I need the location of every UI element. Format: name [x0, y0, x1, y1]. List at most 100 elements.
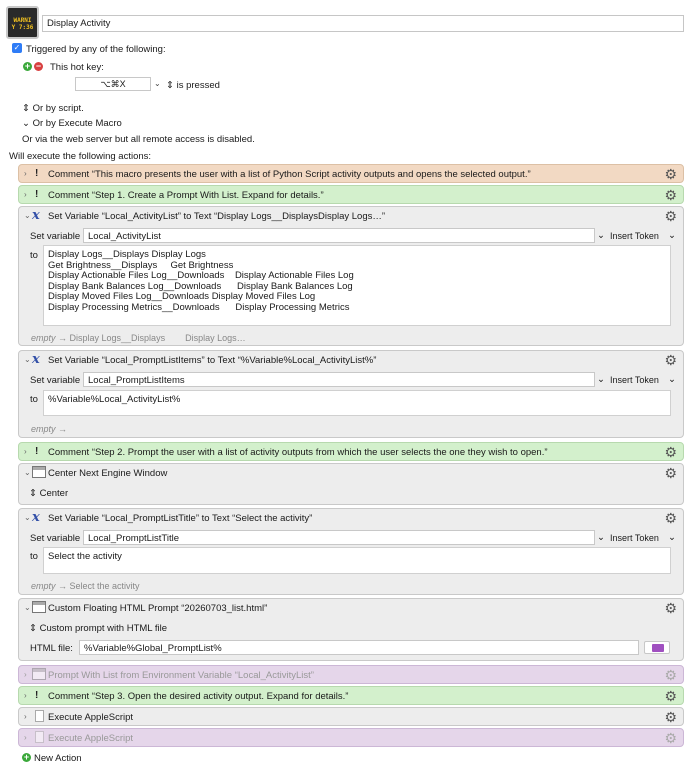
variable-name-field[interactable]: Local_PromptListItems: [83, 372, 595, 387]
disclosure-triangle-icon[interactable]: ⌄: [24, 211, 31, 220]
disclosure-triangle-icon[interactable]: ›: [24, 190, 27, 199]
updown-chevron-icon: ⇕: [22, 103, 33, 114]
preview-text: → Display Logs__Displays Display Logs…: [55, 333, 246, 343]
html-file-field[interactable]: %Variable%Global_PromptList%: [79, 640, 639, 655]
gear-icon[interactable]: ⚙: [664, 709, 677, 725]
action-title: Custom Floating HTML Prompt “20260703_li…: [48, 603, 268, 614]
action-prompt-with-list[interactable]: › Prompt With List from Environment Vari…: [18, 665, 684, 684]
hotkey-chevron-down-icon[interactable]: ⌄: [154, 79, 161, 88]
gear-icon[interactable]: ⚙: [664, 166, 677, 182]
empty-label: empty: [31, 424, 56, 434]
action-set-variable[interactable]: ⌄ x Set Variable “Local_PromptListTitle”…: [18, 508, 684, 595]
gear-icon[interactable]: ⚙: [664, 208, 677, 224]
action-comment[interactable]: › ! Comment “Step 1. Create a Prompt Wit…: [18, 185, 684, 204]
action-html-prompt[interactable]: ⌄ Custom Floating HTML Prompt “20260703_…: [18, 598, 684, 661]
variable-x-icon: x: [32, 510, 40, 525]
token-chevron-icon[interactable]: ⌄: [597, 532, 605, 543]
center-mode-select[interactable]: ⇕ Center: [29, 488, 68, 499]
action-comment[interactable]: › ! Comment “Step 2. Prompt the user wit…: [18, 442, 684, 461]
disclosure-triangle-icon[interactable]: ⌄: [24, 355, 31, 364]
triggered-label: Triggered by any of the following:: [26, 44, 166, 55]
macro-name-field[interactable]: Display Activity: [42, 15, 684, 32]
token-chevron-icon[interactable]: ⌄: [597, 230, 605, 241]
will-execute-label: Will execute the following actions:: [9, 151, 152, 162]
gear-icon[interactable]: ⚙: [664, 465, 677, 481]
gear-icon[interactable]: ⚙: [664, 510, 677, 526]
new-action-plus-icon[interactable]: +: [22, 753, 31, 762]
gear-icon[interactable]: ⚙: [664, 667, 677, 683]
gear-icon[interactable]: ⚙: [664, 352, 677, 368]
add-trigger-icon[interactable]: +: [23, 62, 32, 71]
script-icon: [35, 731, 44, 743]
disclosure-triangle-icon[interactable]: ›: [24, 733, 27, 742]
remove-trigger-icon[interactable]: −: [34, 62, 43, 71]
disclosure-triangle-icon[interactable]: ⌄: [24, 513, 31, 522]
text-value-field[interactable]: %Variable%Local_ActivityList%: [43, 390, 671, 416]
by-script-toggle[interactable]: ⇕ Or by script.: [22, 103, 84, 114]
action-title: Prompt With List from Environment Variab…: [48, 670, 314, 681]
gear-icon[interactable]: ⚙: [664, 688, 677, 704]
action-set-variable[interactable]: ⌄ x Set Variable “Local_PromptListItems”…: [18, 350, 684, 438]
disclosure-triangle-icon[interactable]: ›: [24, 670, 27, 679]
gear-icon[interactable]: ⚙: [664, 600, 677, 616]
insert-token-button[interactable]: Insert Token: [610, 533, 659, 543]
chevron-down-icon: ⌄: [668, 532, 676, 543]
disclosure-triangle-icon[interactable]: ›: [24, 447, 27, 456]
macro-icon-text: Y 7:36: [11, 24, 34, 31]
disclosure-triangle-icon[interactable]: ⌄: [24, 603, 31, 612]
to-label: to: [30, 250, 38, 261]
action-execute-applescript[interactable]: › Execute AppleScript ⚙: [18, 707, 684, 726]
disclosure-triangle-icon[interactable]: ›: [24, 712, 27, 721]
hotkey-mode-select[interactable]: ⇕ is pressed: [166, 80, 220, 91]
new-action-button[interactable]: New Action: [34, 753, 82, 764]
action-center-window[interactable]: ⌄ Center Next Engine Window ⚙ ⇕ Center: [18, 463, 684, 505]
comment-icon: !: [35, 168, 39, 179]
disclosure-triangle-icon[interactable]: ›: [24, 169, 27, 178]
prompt-mode-label: Custom prompt with HTML file: [39, 623, 168, 634]
hotkey-mode-label: is pressed: [176, 80, 220, 91]
by-execute-macro-label: Or by Execute Macro: [32, 118, 122, 129]
macro-icon[interactable]: WARNI Y 7:36: [6, 6, 39, 39]
action-title: Comment “This macro presents the user wi…: [48, 169, 531, 180]
triggered-checkbox[interactable]: ✓: [12, 43, 22, 53]
by-execute-macro-toggle[interactable]: ⌄ Or by Execute Macro: [22, 118, 122, 129]
action-title: Set Variable “Local_PromptListTitle” to …: [48, 513, 313, 524]
action-title: Center Next Engine Window: [48, 468, 168, 479]
gear-icon[interactable]: ⚙: [664, 444, 677, 460]
action-comment[interactable]: › ! Comment “This macro presents the use…: [18, 164, 684, 183]
action-title: Execute AppleScript: [48, 712, 134, 723]
script-icon: [35, 710, 44, 722]
comment-icon: !: [35, 189, 39, 200]
action-title: Comment “Step 2. Prompt the user with a …: [48, 447, 548, 458]
chevron-down-icon: ⌄: [22, 118, 33, 129]
updown-chevron-icon: ⇕: [29, 623, 40, 634]
to-label: to: [30, 394, 38, 405]
action-title: Execute AppleScript: [48, 733, 134, 744]
gear-icon[interactable]: ⚙: [664, 187, 677, 203]
window-icon: [32, 466, 46, 478]
chevron-down-icon: ⌄: [668, 230, 676, 241]
hotkey-label: This hot key:: [50, 62, 104, 73]
disclosure-triangle-icon[interactable]: ›: [24, 691, 27, 700]
disclosure-triangle-icon[interactable]: ⌄: [24, 468, 31, 477]
insert-token-button[interactable]: Insert Token: [610, 375, 659, 385]
folder-icon: [652, 644, 664, 652]
token-chevron-icon[interactable]: ⌄: [597, 374, 605, 385]
variable-name-field[interactable]: Local_PromptListTitle: [83, 530, 595, 545]
hotkey-field[interactable]: ⌥⌘X: [75, 77, 151, 91]
insert-token-button[interactable]: Insert Token: [610, 231, 659, 241]
text-value-field[interactable]: Select the activity: [43, 547, 671, 574]
choose-file-button[interactable]: [644, 641, 670, 654]
result-preview: empty →: [31, 424, 67, 434]
gear-icon[interactable]: ⚙: [664, 730, 677, 746]
to-label: to: [30, 551, 38, 562]
html-file-label: HTML file:: [30, 643, 73, 654]
text-value-field[interactable]: Display Logs__Displays Display Logs Get …: [43, 245, 671, 326]
variable-name-field[interactable]: Local_ActivityList: [83, 228, 595, 243]
result-preview: empty → Select the activity: [31, 581, 140, 591]
action-execute-applescript[interactable]: › Execute AppleScript ⚙: [18, 728, 684, 747]
action-set-variable[interactable]: ⌄ x Set Variable “Local_ActivityList” to…: [18, 206, 684, 346]
prompt-mode-select[interactable]: ⇕ Custom prompt with HTML file: [29, 623, 167, 634]
action-comment[interactable]: › ! Comment “Step 3. Open the desired ac…: [18, 686, 684, 705]
updown-chevron-icon: ⇕: [166, 80, 177, 91]
